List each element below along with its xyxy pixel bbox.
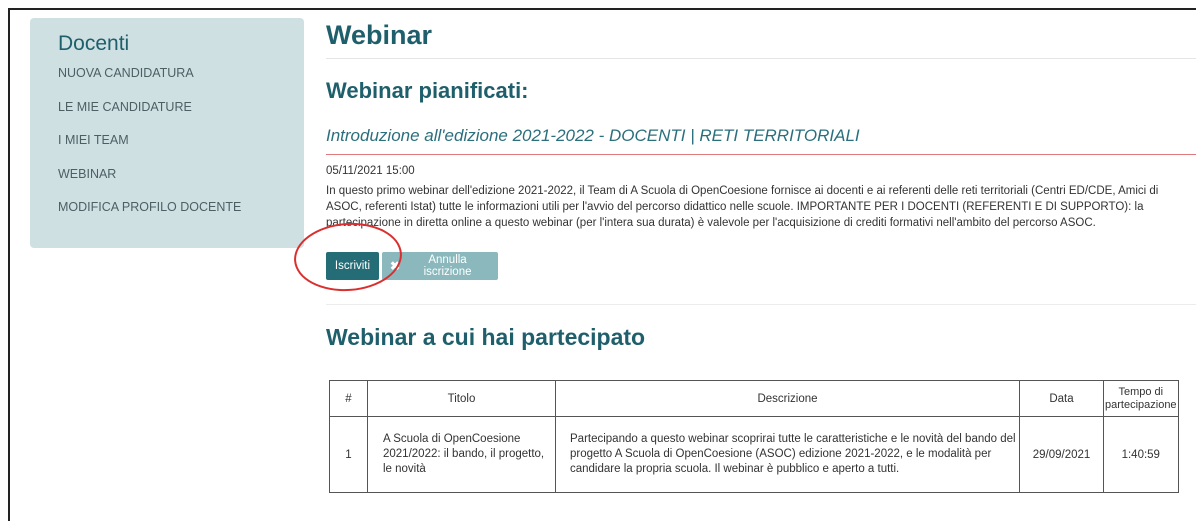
section-divider bbox=[326, 304, 1196, 305]
cell-tempo: 1:40:59 bbox=[1103, 416, 1179, 493]
unsubscribe-label: Annulla iscrizione bbox=[423, 254, 472, 278]
webinar-title-link[interactable]: Introduzione all'edizione 2021-2022 - DO… bbox=[326, 126, 860, 146]
sidebar-item-i-miei-team[interactable]: I MIEI TEAM bbox=[58, 131, 304, 165]
col-header-tempo: Tempo di partecipazione bbox=[1103, 380, 1179, 417]
webinar-divider bbox=[326, 154, 1196, 155]
col-header-descrizione: Descrizione bbox=[555, 380, 1020, 417]
col-header-titolo: Titolo bbox=[367, 380, 556, 417]
cell-titolo: A Scuola di OpenCoesione 2021/2022: il b… bbox=[367, 416, 556, 493]
cell-data: 29/09/2021 bbox=[1019, 416, 1104, 493]
webinar-description: In questo primo webinar dell'edizione 20… bbox=[326, 185, 1159, 229]
attended-webinars-heading: Webinar a cui hai partecipato bbox=[326, 324, 646, 350]
sidebar-item-le-mie-candidature[interactable]: LE MIE CANDIDATURE bbox=[58, 98, 304, 132]
planned-webinars-heading: Webinar pianificati: bbox=[326, 78, 529, 103]
table-row: 1 A Scuola di OpenCoesione 2021/2022: il… bbox=[329, 416, 1179, 493]
sidebar-item-webinar[interactable]: WEBINAR bbox=[58, 165, 304, 199]
attended-webinars-table: # Titolo Descrizione Data Tempo di parte… bbox=[329, 380, 1179, 493]
sidebar-menu: NUOVA CANDIDATURA LE MIE CANDIDATURE I M… bbox=[58, 64, 304, 232]
col-header-number: # bbox=[329, 380, 368, 417]
cell-number: 1 bbox=[329, 416, 368, 493]
sidebar-title: Docenti bbox=[58, 32, 130, 55]
main-content: Webinar Webinar pianificati: Introduzion… bbox=[326, 18, 1196, 350]
webinar-date: 05/11/2021 15:00 bbox=[326, 165, 415, 177]
col-header-data: Data bbox=[1019, 380, 1104, 417]
sidebar-item-modifica-profilo[interactable]: MODIFICA PROFILO DOCENTE bbox=[58, 198, 304, 232]
sidebar-item-nuova-candidatura[interactable]: NUOVA CANDIDATURA bbox=[58, 64, 304, 98]
table-header-row: # Titolo Descrizione Data Tempo di parte… bbox=[329, 380, 1179, 417]
sidebar: Docenti NUOVA CANDIDATURA LE MIE CANDIDA… bbox=[30, 18, 304, 248]
cell-descrizione: Partecipando a questo webinar scoprirai … bbox=[555, 416, 1020, 493]
page-title: Webinar bbox=[326, 18, 1196, 59]
